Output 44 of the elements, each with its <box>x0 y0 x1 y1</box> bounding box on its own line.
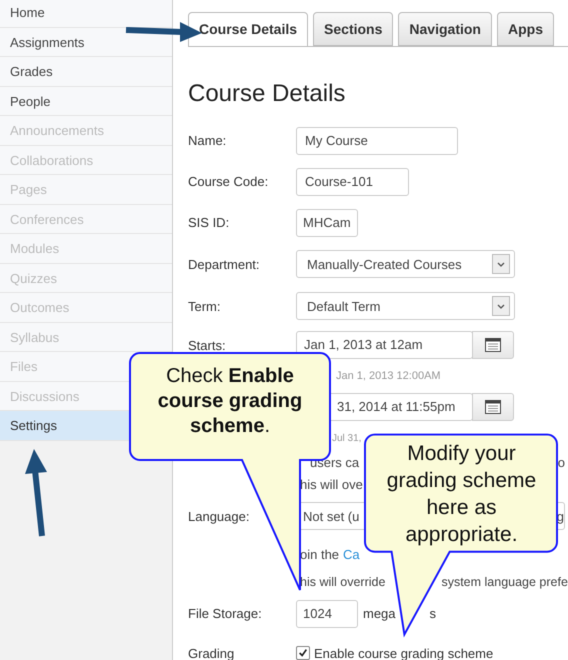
storage-field[interactable]: 1024 <box>296 600 358 628</box>
note-text: his will ove <box>300 476 363 492</box>
note-text: oin the <box>300 546 340 562</box>
tab[interactable]: Apps <box>496 12 554 46</box>
field-label: Course Code: <box>188 174 270 189</box>
tooltip-text: Modify your grading scheme here as appropriate. <box>386 441 538 548</box>
text-field[interactable]: My Course <box>296 126 458 154</box>
calendar-icon <box>485 338 501 352</box>
field-label: File Storage: <box>188 606 263 621</box>
field-label: Name: <box>188 133 228 148</box>
sidebar-item[interactable]: Grades <box>0 57 172 86</box>
checkbox-label: Enable course grading scheme <box>314 646 494 660</box>
text-field[interactable]: MHCam <box>296 208 358 236</box>
calendar-icon <box>485 400 501 414</box>
caret-icon <box>492 254 510 274</box>
tab[interactable]: Course Details <box>188 12 308 47</box>
field-label: Department: <box>188 256 261 272</box>
date-hint: Jul 31, <box>332 432 362 444</box>
date-field[interactable]: Jan 1, 2013 at 12am <box>296 331 473 359</box>
unit-text: s <box>430 606 436 621</box>
sidebar-item[interactable]: People <box>0 86 172 116</box>
date-hint: Jan 1, 2013 12:00AM <box>336 370 441 382</box>
field-label: Language: <box>188 508 250 524</box>
caret-icon <box>492 296 510 316</box>
tab[interactable]: Sections <box>313 12 394 46</box>
unit-text: mega <box>363 606 396 621</box>
calendar-button[interactable] <box>472 331 514 359</box>
dropdown[interactable]: Manually-Created Courses <box>296 250 515 278</box>
arrow-icon <box>24 448 50 538</box>
field-label: Grading <box>188 646 236 660</box>
checkbox[interactable] <box>296 646 310 660</box>
tab[interactable]: Navigation <box>398 12 492 46</box>
field-label: Term: <box>188 298 222 314</box>
calendar-button[interactable] <box>472 393 514 421</box>
sidebar-item[interactable]: Home <box>0 0 172 28</box>
text-field[interactable]: Course-101 <box>296 168 409 196</box>
page-heading: Course Details <box>188 80 346 108</box>
note-text: his will override <box>300 575 386 589</box>
sidebar-item[interactable]: Assignments <box>0 28 172 57</box>
note-text: system language prefe <box>441 575 568 589</box>
field-label: Starts: <box>188 338 227 352</box>
field-label: SIS ID: <box>188 215 230 230</box>
dropdown[interactable]: Default Term <box>296 292 515 320</box>
note-text: o <box>558 454 565 470</box>
